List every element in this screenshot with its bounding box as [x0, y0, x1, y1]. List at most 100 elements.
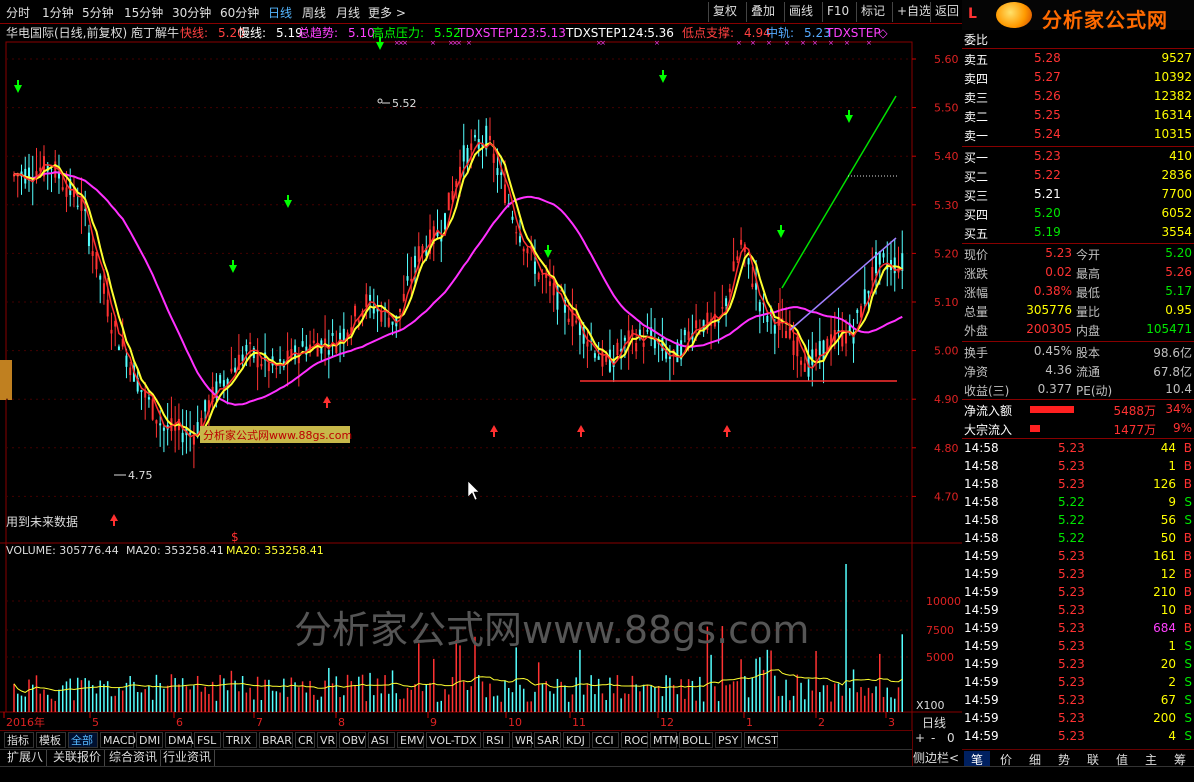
timeframe-tab[interactable]: 1分钟 — [42, 4, 74, 21]
toolbar-button[interactable]: 标记 — [856, 2, 889, 22]
indicator-tab[interactable]: BOLL — [679, 732, 713, 748]
indicator-tab[interactable]: DMA — [165, 732, 194, 748]
tick-volume: 210 — [1153, 585, 1176, 599]
info-tab[interactable]: 行业资讯 — [160, 750, 216, 766]
indicator-tab[interactable]: DMI — [136, 732, 163, 748]
logo-badge-icon — [996, 2, 1032, 28]
bid-price: 5.21 — [1034, 187, 1061, 201]
bid-label: 买二 — [964, 170, 989, 184]
indicator-tab[interactable]: PSY — [715, 732, 742, 748]
indicator-label: TDXSTEP124: — [565, 26, 648, 40]
timeframe-tab[interactable]: 60分钟 — [220, 4, 259, 21]
indicator-tab[interactable]: CCI — [592, 732, 619, 748]
indicator-tab[interactable]: CR — [295, 732, 315, 748]
indicator-tab[interactable]: 指标 — [4, 732, 34, 748]
tick-row: 14:58 5.23 126 B — [962, 476, 1194, 494]
indicator-tab[interactable]: BRAR — [259, 732, 293, 748]
indicator-tab[interactable]: RSI — [483, 732, 510, 748]
indicator-tab[interactable]: OBV — [339, 732, 366, 748]
timeframe-tab[interactable]: 15分钟 — [124, 4, 163, 21]
indicator-tab[interactable]: VR — [317, 732, 337, 748]
tick-row: 14:59 5.23 12 B — [962, 566, 1194, 584]
tick-volume: 10 — [1160, 603, 1176, 617]
tick-time: 14:59 — [964, 549, 999, 563]
fundamental-value: 10.4 — [1165, 382, 1192, 396]
fundamental-label: 换手 — [964, 346, 989, 360]
indicator-tab[interactable]: ASI — [368, 732, 395, 748]
info-tab[interactable]: 综合资讯 — [106, 750, 162, 766]
tick-row: 14:59 5.23 20 S — [962, 656, 1194, 674]
signal-mark: × — [812, 39, 818, 47]
logo-letter: L — [968, 6, 977, 22]
indicator-tab[interactable]: 全部 — [68, 732, 98, 748]
sidebar-toggle-button[interactable]: 侧边栏< — [913, 749, 959, 766]
timeframe-tab[interactable]: 更多 > — [368, 4, 406, 21]
fundamental-row: 收益(三) 0.377 PE(动) 10.4 — [962, 381, 1194, 399]
toolbar-button[interactable]: 叠加 — [746, 2, 779, 22]
fundamental-row: 换手 0.45% 股本 98.6亿 — [962, 343, 1194, 361]
toolbar-button[interactable]: 返回 — [930, 2, 963, 22]
bid-row: 买二 5.22 2836 — [962, 167, 1194, 185]
tick-volume: 126 — [1153, 477, 1176, 491]
tick-price: 5.22 — [1058, 495, 1085, 509]
info-tab[interactable]: 关联报价 — [50, 750, 106, 766]
tick-volume: 4 — [1168, 729, 1176, 743]
divider — [962, 438, 1194, 439]
toolbar-button[interactable]: +自选 — [892, 2, 935, 22]
signal-mark: × — [402, 39, 408, 47]
dollar-mark: $ — [231, 530, 239, 544]
indicator-tab[interactable]: MCST — [744, 732, 778, 748]
kline-chart[interactable]: 5.60 5.50 5.40 5.30 5.20 5.10 5.00 4.90 4.80 4.70… — [0, 24, 962, 730]
fundamental-value: 0.45% — [1033, 344, 1072, 358]
chart-header-title: 华电国际(日线,前复权) 庖丁解牛 — [6, 25, 179, 40]
ask-price: 5.25 — [1034, 108, 1061, 122]
mouse-cursor-icon — [467, 480, 480, 501]
indicator-label: TDXSTEP — [825, 26, 881, 40]
indicator-tab[interactable]: ROC — [621, 732, 648, 748]
sell-arrow-icon — [544, 250, 552, 258]
divider — [962, 48, 1194, 49]
timeframe-tab[interactable]: 分时 — [6, 4, 30, 21]
timeframe-tab[interactable]: 日线 — [268, 4, 292, 21]
price-tick-label: 5.20 — [934, 247, 959, 260]
indicator-tab[interactable]: EMV — [397, 732, 424, 748]
tick-time: 14:59 — [964, 567, 999, 581]
tick-price: 5.23 — [1058, 549, 1085, 563]
tick-side: B — [1183, 585, 1192, 599]
timeframe-tab[interactable]: 30分钟 — [172, 4, 211, 21]
zoom-control-button[interactable]: + — [915, 731, 925, 745]
toolbar-button[interactable]: F10 — [822, 2, 853, 22]
indicator-tab[interactable]: FSL — [194, 732, 221, 748]
tick-volume: 44 — [1160, 441, 1176, 455]
timeframe-tab[interactable]: 周线 — [302, 4, 326, 21]
timeframe-tab[interactable]: 月线 — [336, 4, 360, 21]
indicator-tab[interactable]: WR — [512, 732, 534, 748]
flow-value: 1477万 — [1113, 423, 1156, 437]
tick-side: S — [1184, 711, 1192, 725]
indicator-tab[interactable]: SAR — [534, 732, 561, 748]
indicator-tab[interactable]: MTM — [650, 732, 679, 748]
price-tick-label: 5.00 — [934, 345, 959, 358]
timeframe-tab[interactable]: 5分钟 — [82, 4, 114, 21]
tick-side: B — [1183, 459, 1192, 473]
indicator-tab[interactable]: KDJ — [563, 732, 590, 748]
indicator-tab[interactable]: VOL-TDX — [426, 732, 481, 748]
bid-row: 买一 5.23 410 — [962, 148, 1194, 166]
info-tab[interactable]: 扩展八 — [4, 750, 48, 766]
zoom-control-button[interactable]: 0 — [947, 731, 955, 745]
tick-price: 5.23 — [1058, 621, 1085, 635]
indicator-tab[interactable]: 模板 — [36, 732, 66, 748]
signal-mark: × — [456, 39, 462, 47]
sell-arrow-icon — [777, 230, 785, 238]
zoom-control-button[interactable]: - — [931, 731, 935, 745]
flow-row: 净流入额 5488万 34% — [962, 401, 1194, 419]
indicator-legend: 快线: 5.20 — [180, 26, 245, 40]
indicator-tab[interactable]: TRIX — [223, 732, 257, 748]
price-tick-label: 5.10 — [934, 296, 959, 309]
toolbar-button[interactable]: 复权 — [708, 2, 741, 22]
tick-price: 5.23 — [1058, 441, 1085, 455]
indicator-tab[interactable]: MACD — [100, 732, 136, 748]
indicator-legend: TDXSTEP◇ — [825, 26, 888, 40]
side-handle[interactable] — [0, 360, 12, 400]
toolbar-button[interactable]: 画线 — [784, 2, 817, 22]
